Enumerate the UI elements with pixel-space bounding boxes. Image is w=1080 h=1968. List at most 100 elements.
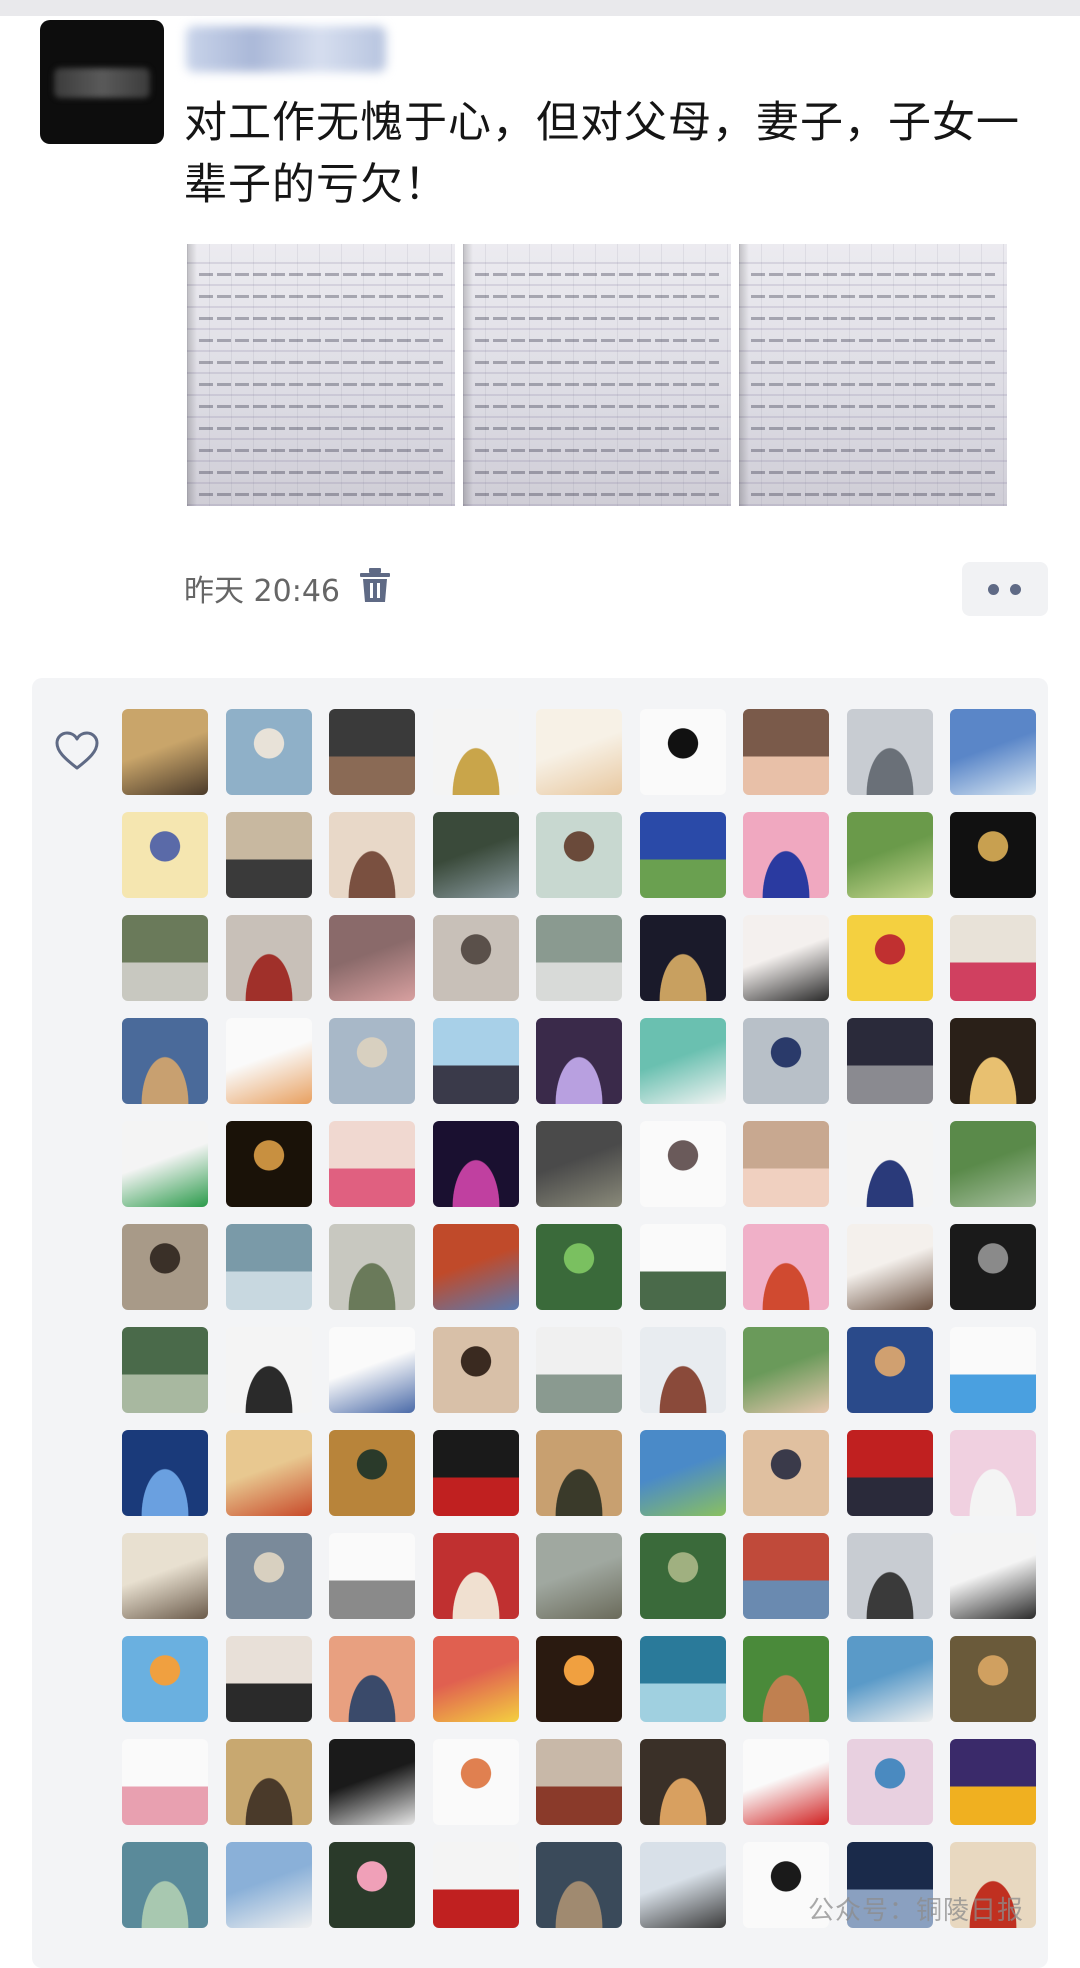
liker-avatar[interactable] (329, 1430, 415, 1516)
liker-avatar[interactable] (432, 709, 519, 795)
liker-avatar[interactable] (536, 1842, 622, 1928)
liker-avatar[interactable] (225, 1121, 312, 1207)
liker-avatar[interactable] (329, 1739, 415, 1825)
liker-avatar[interactable] (225, 1842, 312, 1928)
liker-avatar[interactable] (432, 812, 519, 898)
liker-avatar[interactable] (743, 1533, 829, 1619)
liker-avatar[interactable] (639, 812, 726, 898)
liker-avatar[interactable] (432, 1533, 519, 1619)
liker-avatar[interactable] (329, 1121, 415, 1207)
liker-avatar[interactable] (122, 1121, 208, 1207)
liker-avatar[interactable] (329, 1842, 415, 1928)
liker-avatar[interactable] (225, 915, 312, 1001)
liker-avatar[interactable] (639, 915, 726, 1001)
liker-avatar[interactable] (536, 1327, 622, 1413)
liker-avatar[interactable] (846, 915, 933, 1001)
liker-avatar[interactable] (846, 709, 933, 795)
liker-avatar[interactable] (536, 915, 622, 1001)
liker-avatar[interactable] (329, 1533, 415, 1619)
liker-avatar[interactable] (639, 1224, 726, 1310)
liker-avatar[interactable] (846, 1121, 933, 1207)
liker-avatar[interactable] (639, 1430, 726, 1516)
liker-avatar[interactable] (639, 1842, 726, 1928)
liker-avatar[interactable] (329, 1018, 415, 1104)
post-photo-3[interactable] (739, 244, 1007, 506)
liker-avatar[interactable] (743, 1224, 829, 1310)
liker-avatar[interactable] (639, 709, 726, 795)
liker-avatar[interactable] (432, 1018, 519, 1104)
liker-avatar[interactable] (122, 1533, 208, 1619)
more-button[interactable] (962, 562, 1048, 616)
liker-avatar[interactable] (329, 709, 415, 795)
liker-avatar[interactable] (846, 1739, 933, 1825)
liker-avatar[interactable] (846, 1636, 933, 1722)
liker-avatar[interactable] (329, 812, 415, 898)
liker-avatar[interactable] (225, 1327, 312, 1413)
poster-avatar[interactable] (40, 20, 164, 144)
liker-avatar[interactable] (846, 1327, 933, 1413)
poster-name-blurred[interactable] (186, 26, 386, 72)
liker-avatar[interactable] (639, 1739, 726, 1825)
liker-avatar[interactable] (639, 1121, 726, 1207)
liker-avatar[interactable] (122, 1224, 208, 1310)
liker-avatar[interactable] (743, 1636, 829, 1722)
liker-avatar[interactable] (639, 1327, 726, 1413)
post-photo-1[interactable] (187, 244, 455, 506)
liker-avatar[interactable] (536, 1224, 622, 1310)
liker-avatar[interactable] (743, 1430, 829, 1516)
liker-avatar[interactable] (950, 812, 1036, 898)
liker-avatar[interactable] (225, 1430, 312, 1516)
liker-avatar[interactable] (225, 1636, 312, 1722)
liker-avatar[interactable] (743, 915, 829, 1001)
liker-avatar[interactable] (329, 1636, 415, 1722)
liker-avatar[interactable] (743, 1121, 829, 1207)
liker-avatar[interactable] (536, 1430, 622, 1516)
liker-avatar[interactable] (743, 1739, 829, 1825)
liker-avatar[interactable] (536, 1018, 622, 1104)
liker-avatar[interactable] (329, 1224, 415, 1310)
liker-avatar[interactable] (122, 1430, 208, 1516)
liker-avatar[interactable] (225, 1739, 312, 1825)
liker-avatar[interactable] (846, 1224, 933, 1310)
liker-avatar[interactable] (225, 1224, 312, 1310)
liker-avatar[interactable] (536, 709, 622, 795)
liker-avatar[interactable] (432, 1739, 519, 1825)
liker-avatar[interactable] (950, 915, 1036, 1001)
liker-avatar[interactable] (950, 1327, 1036, 1413)
liker-avatar[interactable] (743, 709, 829, 795)
liker-avatar[interactable] (432, 1636, 519, 1722)
liker-avatar[interactable] (432, 1224, 519, 1310)
liker-avatar[interactable] (122, 1018, 208, 1104)
liker-avatar[interactable] (122, 915, 208, 1001)
liker-avatar[interactable] (950, 1636, 1036, 1722)
liker-avatar[interactable] (950, 1739, 1036, 1825)
liker-avatar[interactable] (639, 1636, 726, 1722)
liker-avatar[interactable] (846, 1430, 933, 1516)
liker-avatar[interactable] (432, 1121, 519, 1207)
liker-avatar[interactable] (329, 915, 415, 1001)
liker-avatar[interactable] (122, 1327, 208, 1413)
liker-avatar[interactable] (536, 1533, 622, 1619)
liker-avatar[interactable] (950, 1121, 1036, 1207)
liker-avatar[interactable] (225, 812, 312, 898)
post-photo-2[interactable] (463, 244, 731, 506)
liker-avatar[interactable] (846, 1533, 933, 1619)
liker-avatar[interactable] (122, 812, 208, 898)
liker-avatar[interactable] (122, 709, 208, 795)
liker-avatar[interactable] (950, 1533, 1036, 1619)
liker-avatar[interactable] (950, 1430, 1036, 1516)
liker-avatar[interactable] (743, 812, 829, 898)
liker-avatar[interactable] (536, 1121, 622, 1207)
liker-avatar[interactable] (846, 1018, 933, 1104)
trash-icon[interactable] (358, 566, 392, 604)
liker-avatar[interactable] (639, 1018, 726, 1104)
liker-avatar[interactable] (122, 1636, 208, 1722)
liker-avatar[interactable] (225, 1533, 312, 1619)
liker-avatar[interactable] (432, 1327, 519, 1413)
liker-avatar[interactable] (122, 1842, 208, 1928)
liker-avatar[interactable] (432, 1842, 519, 1928)
liker-avatar[interactable] (950, 1018, 1036, 1104)
liker-avatar[interactable] (225, 709, 312, 795)
liker-avatar[interactable] (743, 1018, 829, 1104)
liker-avatar[interactable] (950, 1224, 1036, 1310)
